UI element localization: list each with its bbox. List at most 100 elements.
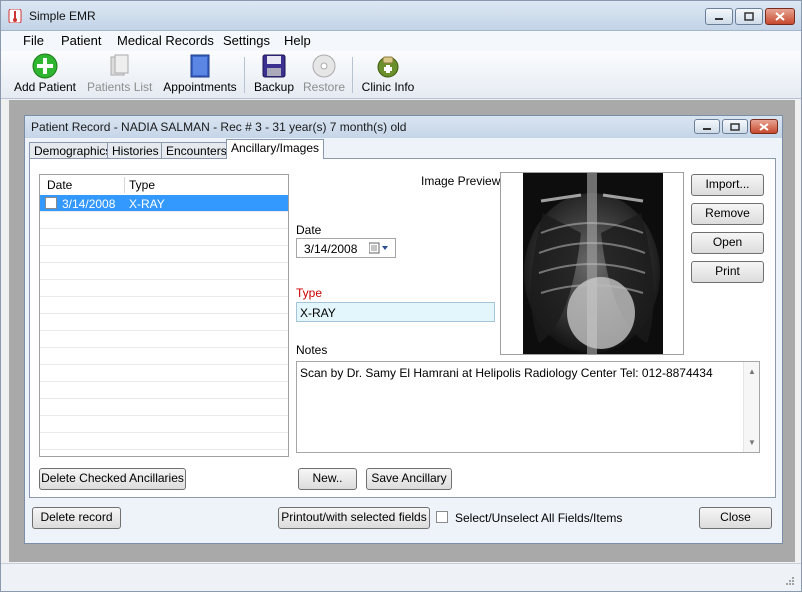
- image-preview-label: Image Preview: [421, 174, 501, 188]
- date-value: 3/14/2008: [304, 242, 358, 256]
- ancillary-list[interactable]: Date Type 3/14/2008 X-RAY: [39, 174, 289, 457]
- import-button[interactable]: Import...: [691, 174, 764, 196]
- tab-ancillary-images[interactable]: Ancillary/Images: [226, 139, 325, 159]
- date-label: Date: [296, 223, 322, 237]
- toolbar-separator: [352, 57, 353, 93]
- row-checkbox[interactable]: [45, 197, 57, 209]
- menu-bar: File Patient Medical Records Settings He…: [1, 31, 801, 51]
- empty-row: [40, 229, 288, 246]
- type-value: X-RAY: [300, 306, 336, 320]
- open-button[interactable]: Open: [691, 232, 764, 254]
- scroll-down-icon[interactable]: ▼: [748, 438, 756, 447]
- list-item[interactable]: 3/14/2008 X-RAY: [40, 195, 288, 212]
- minimize-icon: [715, 17, 723, 20]
- app-title: Simple EMR: [29, 9, 96, 23]
- title-bar: Simple EMR: [1, 1, 801, 31]
- delete-record-button[interactable]: Delete record: [32, 507, 121, 529]
- add-patient-button[interactable]: Add Patient: [13, 53, 77, 97]
- restore-button[interactable]: Restore: [302, 53, 346, 97]
- menu-settings[interactable]: Settings: [223, 33, 270, 48]
- patient-record-title: Patient Record - NADIA SALMAN - Rec # 3 …: [31, 120, 407, 134]
- clinic-info-label: Clinic Info: [361, 80, 415, 94]
- close-icon: [759, 122, 769, 131]
- backup-label: Backup: [253, 80, 295, 94]
- empty-row: [40, 314, 288, 331]
- maximize-button[interactable]: [735, 8, 763, 25]
- patients-list-button[interactable]: Patients List: [87, 53, 152, 97]
- cd-disc-icon: [312, 54, 336, 78]
- child-title-bar: Patient Record - NADIA SALMAN - Rec # 3 …: [25, 116, 782, 138]
- toolbar: Add Patient Patients List Appointments B…: [1, 51, 801, 99]
- resize-grip-icon[interactable]: [785, 576, 795, 586]
- empty-row: [40, 246, 288, 263]
- tab-encounters[interactable]: Encounters: [161, 142, 232, 159]
- appointments-button[interactable]: Appointments: [161, 53, 239, 97]
- maximize-icon: [730, 122, 740, 131]
- close-window-button[interactable]: [765, 8, 795, 25]
- empty-row: [40, 348, 288, 365]
- status-bar: [1, 563, 801, 591]
- add-icon: [32, 53, 58, 79]
- calendar-book-icon: [190, 54, 210, 78]
- remove-button[interactable]: Remove: [691, 203, 764, 225]
- empty-row: [40, 212, 288, 229]
- clinic-icon: [377, 56, 399, 78]
- clinic-info-button[interactable]: Clinic Info: [359, 53, 417, 97]
- mdi-workspace: Patient Record - NADIA SALMAN - Rec # 3 …: [9, 100, 795, 562]
- menu-medical-records[interactable]: Medical Records: [117, 33, 214, 48]
- printout-button[interactable]: Printout/with selected fields: [278, 507, 430, 529]
- image-preview[interactable]: [500, 172, 684, 355]
- child-close-button[interactable]: [750, 119, 778, 134]
- restore-label: Restore: [302, 80, 346, 94]
- maximize-icon: [744, 12, 754, 21]
- delete-checked-ancillaries-button[interactable]: Delete Checked Ancillaries: [39, 468, 186, 490]
- notes-textarea[interactable]: Scan by Dr. Samy El Hamrani at Helipolis…: [296, 361, 760, 453]
- select-all-checkbox[interactable]: [436, 511, 448, 523]
- add-patient-label: Add Patient: [13, 80, 77, 94]
- calendar-dropdown-icon[interactable]: [369, 242, 391, 254]
- ancillary-panel: Date Type 3/14/2008 X-RAY Image Preview …: [29, 158, 776, 498]
- xray-image: [523, 173, 663, 354]
- save-ancillary-button[interactable]: Save Ancillary: [366, 468, 452, 490]
- close-button[interactable]: Close: [699, 507, 772, 529]
- row-date: 3/14/2008: [62, 197, 116, 211]
- list-header: Date Type: [40, 175, 288, 195]
- empty-row: [40, 263, 288, 280]
- scroll-up-icon[interactable]: ▲: [748, 367, 756, 376]
- close-icon: [775, 12, 785, 21]
- new-ancillary-button[interactable]: New..: [298, 468, 357, 490]
- tab-demographics[interactable]: Demographics: [29, 142, 117, 159]
- empty-row: [40, 331, 288, 348]
- column-separator: [124, 177, 125, 193]
- empty-row: [40, 399, 288, 416]
- appointments-label: Appointments: [163, 80, 237, 94]
- notes-label: Notes: [296, 343, 328, 357]
- floppy-disk-icon: [262, 54, 286, 78]
- tab-histories[interactable]: Histories: [107, 142, 164, 159]
- empty-row: [40, 297, 288, 314]
- empty-row: [40, 382, 288, 399]
- empty-row: [40, 433, 288, 450]
- type-input[interactable]: X-RAY: [296, 302, 495, 322]
- child-maximize-button[interactable]: [722, 119, 748, 134]
- empty-row: [40, 365, 288, 382]
- menu-help[interactable]: Help: [284, 33, 311, 48]
- row-type: X-RAY: [129, 197, 165, 211]
- type-label: Type: [296, 286, 323, 300]
- col-type[interactable]: Type: [129, 178, 155, 192]
- minimize-icon: [703, 127, 711, 130]
- toolbar-separator: [244, 57, 245, 93]
- backup-button[interactable]: Backup: [252, 53, 296, 97]
- date-picker[interactable]: 3/14/2008: [296, 238, 396, 258]
- menu-file[interactable]: File: [23, 33, 44, 48]
- minimize-button[interactable]: [705, 8, 733, 25]
- clipboard-icon: [110, 54, 129, 76]
- notes-scrollbar[interactable]: ▲ ▼: [743, 362, 759, 452]
- select-all-label: Select/Unselect All Fields/Items: [455, 511, 623, 525]
- print-button[interactable]: Print: [691, 261, 764, 283]
- menu-patient[interactable]: Patient: [61, 33, 101, 48]
- child-minimize-button[interactable]: [694, 119, 720, 134]
- empty-row: [40, 416, 288, 433]
- col-date[interactable]: Date: [47, 178, 72, 192]
- empty-row: [40, 280, 288, 297]
